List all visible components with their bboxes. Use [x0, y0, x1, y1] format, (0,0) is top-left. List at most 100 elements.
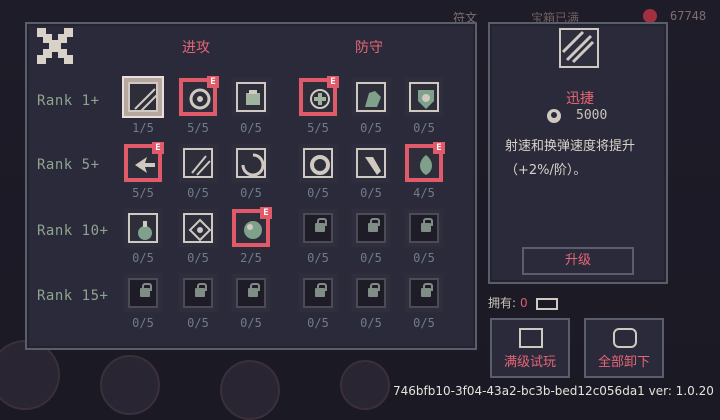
lock-icon — [315, 218, 327, 232]
rune-count: 0/5 — [307, 251, 329, 265]
max-trial-button[interactable]: 满级试玩 — [490, 318, 570, 378]
owned-label: 拥有: — [488, 296, 517, 310]
lock-icon — [195, 283, 207, 297]
rune-slot[interactable] — [403, 207, 445, 249]
rune-count: 0/5 — [240, 316, 262, 330]
leg-icon — [365, 157, 381, 175]
rune-slot[interactable]: E — [122, 142, 164, 184]
rune-title: 迅捷 — [566, 91, 594, 107]
rune-slot[interactable] — [350, 142, 392, 184]
lock-icon — [421, 283, 433, 297]
unequip-all-button[interactable]: 全部卸下 — [584, 318, 664, 378]
bg-decor-2 — [100, 355, 160, 415]
muscle-icon — [365, 91, 381, 107]
rune-slot[interactable] — [350, 272, 392, 314]
rune-count: 2/5 — [240, 251, 262, 265]
rune-count: 0/5 — [187, 186, 209, 200]
rune-slot[interactable]: E — [297, 76, 339, 118]
rune-slot[interactable] — [297, 207, 339, 249]
heal-icon — [310, 89, 330, 109]
claw-icon — [191, 155, 211, 176]
rune-slot[interactable]: E — [403, 142, 445, 184]
rune-count: 0/5 — [240, 186, 262, 200]
rune-cost: 5000 — [576, 108, 608, 123]
rune-count: 0/5 — [360, 186, 382, 200]
rune-description: 射速和换弹速度将提升（+2%/阶）。 — [505, 139, 636, 178]
rank-label-10: Rank 10+ — [37, 223, 109, 239]
attack-header: 进攻 — [182, 40, 210, 56]
rune-count: 0/5 — [187, 251, 209, 265]
stripes-icon — [134, 88, 157, 111]
unequip-icon — [613, 328, 637, 348]
rune-slot[interactable] — [230, 142, 272, 184]
close-icon[interactable] — [37, 28, 73, 64]
rune-count: 0/5 — [413, 121, 435, 135]
rune-count: 0/5 — [132, 316, 154, 330]
rune-slot[interactable] — [350, 207, 392, 249]
rune-count: 5/5 — [132, 186, 154, 200]
lock-icon — [368, 283, 380, 297]
rune-count: 4/5 — [413, 186, 435, 200]
fist-icon — [246, 90, 260, 105]
coin-count: 67748 — [670, 9, 707, 23]
lock-icon — [315, 283, 327, 297]
rune-slot[interactable]: E — [177, 76, 219, 118]
bg-decor-3 — [220, 360, 280, 420]
vortex-icon — [241, 153, 265, 177]
rune-slot[interactable] — [122, 272, 164, 314]
rune-count: 0/5 — [360, 121, 382, 135]
rune-slot[interactable] — [403, 272, 445, 314]
rune-count: 0/5 — [307, 186, 329, 200]
potion-icon — [138, 221, 152, 240]
bg-decor-4 — [340, 360, 390, 410]
max-trial-label: 满级试玩 — [503, 355, 556, 370]
rune-slot[interactable] — [297, 272, 339, 314]
diamond-icon — [188, 218, 212, 242]
equipped-badge: E — [152, 142, 164, 154]
shield-eye-icon — [418, 90, 434, 109]
equipped-badge: E — [433, 142, 445, 154]
stripes-icon — [561, 30, 595, 64]
selected-rune-icon — [559, 28, 599, 68]
equipped-badge: E — [260, 207, 272, 219]
rune-count: 0/5 — [413, 316, 435, 330]
build-id: 746bfb10-3f04-43a2-bc3b-bed12c056da1 ver… — [393, 384, 714, 398]
cost-coin-icon — [547, 109, 561, 123]
rune-slot[interactable] — [297, 142, 339, 184]
arrow-icon — [135, 157, 155, 173]
coin-icon — [643, 9, 657, 23]
rune-count: 0/5 — [240, 121, 262, 135]
rune-slot[interactable] — [122, 207, 164, 249]
owned-row: 拥有: 0 — [488, 294, 558, 311]
swirl-icon — [189, 88, 211, 110]
defense-header: 防守 — [355, 40, 383, 56]
rune-slot[interactable] — [230, 76, 272, 118]
upgrade-button[interactable]: 升级 — [522, 247, 634, 275]
rune-count: 5/5 — [187, 121, 209, 135]
rune-count: 0/5 — [187, 316, 209, 330]
ring-icon — [310, 155, 330, 175]
rune-slot[interactable] — [177, 207, 219, 249]
rank-label-5: Rank 5+ — [37, 157, 100, 173]
rune-slot[interactable] — [350, 76, 392, 118]
unequip-label: 全部卸下 — [597, 355, 650, 370]
lock-icon — [421, 218, 433, 232]
orb-icon — [244, 221, 262, 239]
rune-count: 0/5 — [360, 251, 382, 265]
rune-slot[interactable] — [177, 142, 219, 184]
rune-slot[interactable] — [403, 76, 445, 118]
rune-slot[interactable]: E — [230, 207, 272, 249]
rank-label-15: Rank 15+ — [37, 288, 109, 304]
rune-count: 0/5 — [360, 316, 382, 330]
rune-slot[interactable] — [230, 272, 272, 314]
lock-icon — [140, 283, 152, 297]
owned-value: 0 — [520, 296, 528, 310]
lock-icon — [368, 218, 380, 232]
rune-slot[interactable] — [122, 76, 164, 118]
rune-slot[interactable] — [177, 272, 219, 314]
rune-count: 0/5 — [132, 251, 154, 265]
rune-count: 5/5 — [307, 121, 329, 135]
ticket-icon — [535, 297, 558, 310]
rank-label-1: Rank 1+ — [37, 93, 100, 109]
leaf-icon — [420, 155, 432, 175]
